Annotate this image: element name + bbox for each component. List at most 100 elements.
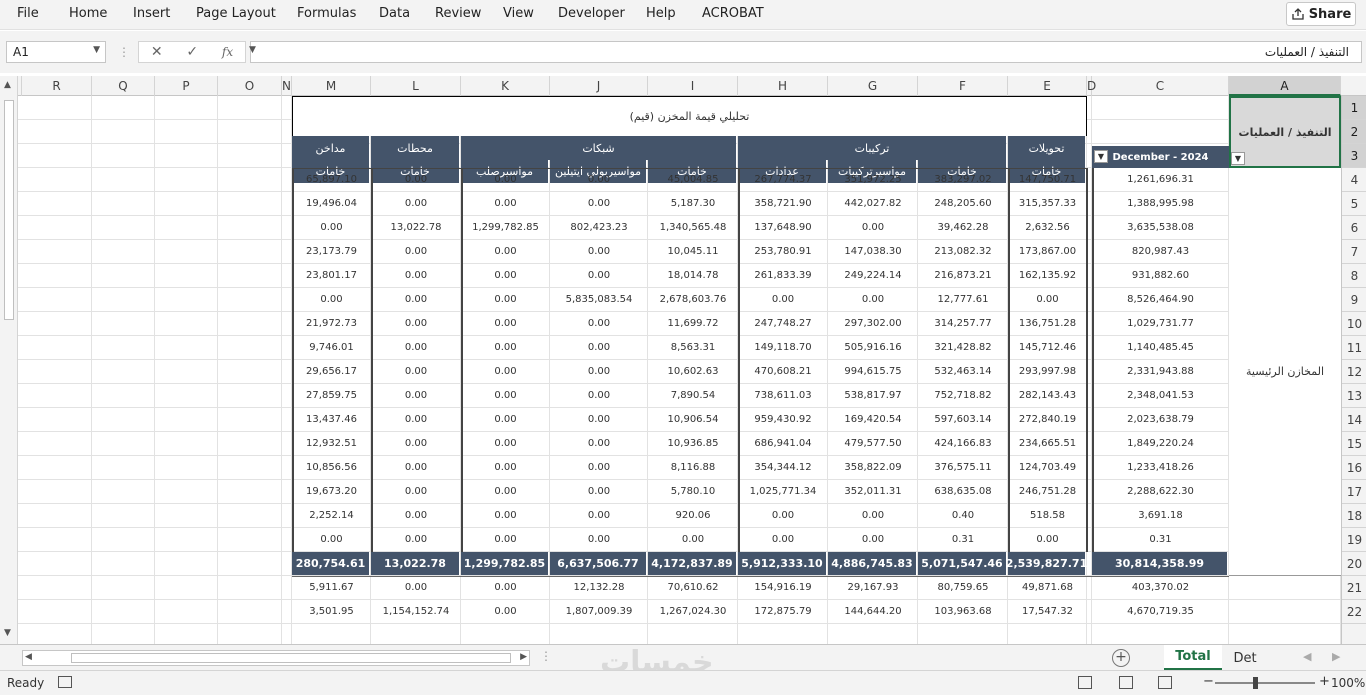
data-cell-h12[interactable]: 470,608.21 <box>738 360 828 383</box>
total-cell-f[interactable]: 5,071,547.46 <box>918 552 1006 575</box>
data-cell-l21[interactable]: 0.00 <box>371 576 461 599</box>
cell-a1-label[interactable]: التنفيذ / العمليات <box>1229 96 1341 168</box>
data-cell-f8[interactable]: 216,873.21 <box>918 264 1008 287</box>
data-cell-i12[interactable]: 10,602.63 <box>648 360 738 383</box>
data-cell-k21[interactable]: 0.00 <box>461 576 550 599</box>
data-cell-c5[interactable]: 1,388,995.98 <box>1092 192 1229 215</box>
column-header-o[interactable]: O <box>218 76 282 96</box>
data-cell-e17[interactable]: 246,751.28 <box>1008 480 1087 503</box>
data-cell-i19[interactable]: 0.00 <box>648 528 738 551</box>
total-cell-i[interactable]: 4,172,837.89 <box>648 552 736 575</box>
scroll-right-icon[interactable]: ▶ <box>520 652 527 662</box>
zoom-out-icon[interactable]: − <box>1203 674 1214 689</box>
total-cell-m[interactable]: 280,754.61 <box>292 552 369 575</box>
data-cell-k14[interactable]: 0.00 <box>461 408 550 431</box>
data-cell-c7[interactable]: 820,987.43 <box>1092 240 1229 263</box>
data-cell-m17[interactable]: 19,673.20 <box>292 480 371 503</box>
menu-help[interactable]: Help <box>646 6 676 21</box>
data-cell-g14[interactable]: 169,420.54 <box>828 408 918 431</box>
data-cell-h21[interactable]: 154,916.19 <box>738 576 828 599</box>
data-cell-j6[interactable]: 802,423.23 <box>550 216 648 239</box>
data-cell-f11[interactable]: 321,428.82 <box>918 336 1008 359</box>
data-cell-l18[interactable]: 0.00 <box>371 504 461 527</box>
menu-view[interactable]: View <box>503 6 534 21</box>
row-header-11[interactable]: 11 <box>1342 336 1366 360</box>
scroll-left-icon[interactable]: ◀ <box>25 652 32 662</box>
data-cell-h18[interactable]: 0.00 <box>738 504 828 527</box>
total-cell-l[interactable]: 13,022.78 <box>371 552 459 575</box>
data-cell-f7[interactable]: 213,082.32 <box>918 240 1008 263</box>
data-cell-e19[interactable]: 0.00 <box>1008 528 1087 551</box>
data-cell-c19[interactable]: 0.31 <box>1092 528 1229 551</box>
data-cell-i11[interactable]: 8,563.31 <box>648 336 738 359</box>
data-cell-g12[interactable]: 994,615.75 <box>828 360 918 383</box>
row-header-22[interactable]: 22 <box>1342 600 1366 624</box>
data-cell-e14[interactable]: 272,840.19 <box>1008 408 1087 431</box>
data-cell-i17[interactable]: 5,780.10 <box>648 480 738 503</box>
vertical-scrollbar[interactable]: ▲ ▼ <box>0 76 18 644</box>
data-cell-c21[interactable]: 403,370.02 <box>1092 576 1229 599</box>
data-cell-h11[interactable]: 149,118.70 <box>738 336 828 359</box>
add-sheet-icon[interactable]: + <box>1112 649 1130 667</box>
data-cell-i16[interactable]: 8,116.88 <box>648 456 738 479</box>
data-cell-i5[interactable]: 5,187.30 <box>648 192 738 215</box>
data-cell-c18[interactable]: 3,691.18 <box>1092 504 1229 527</box>
data-cell-l16[interactable]: 0.00 <box>371 456 461 479</box>
data-cell-e6[interactable]: 2,632.56 <box>1008 216 1087 239</box>
data-cell-j4[interactable]: 0.00 <box>550 168 648 191</box>
data-cell-j16[interactable]: 0.00 <box>550 456 648 479</box>
data-cell-h22[interactable]: 172,875.79 <box>738 600 828 623</box>
data-cell-l13[interactable]: 0.00 <box>371 384 461 407</box>
data-cell-g19[interactable]: 0.00 <box>828 528 918 551</box>
row-header-8[interactable]: 8 <box>1342 264 1366 288</box>
data-cell-i18[interactable]: 920.06 <box>648 504 738 527</box>
tab-det[interactable]: Det <box>1226 645 1264 671</box>
total-cell-c[interactable]: 30,814,358.99 <box>1092 552 1227 575</box>
data-cell-l9[interactable]: 0.00 <box>371 288 461 311</box>
data-cell-i22[interactable]: 1,267,024.30 <box>648 600 738 623</box>
data-cell-i10[interactable]: 11,699.72 <box>648 312 738 335</box>
row-header-21[interactable]: 21 <box>1342 576 1366 600</box>
name-box[interactable]: A1 ▼ <box>6 41 106 63</box>
data-cell-l7[interactable]: 0.00 <box>371 240 461 263</box>
data-cell-j5[interactable]: 0.00 <box>550 192 648 215</box>
data-cell-e9[interactable]: 0.00 <box>1008 288 1087 311</box>
row-header-5[interactable]: 5 <box>1342 192 1366 216</box>
share-button[interactable]: Share <box>1286 2 1356 26</box>
data-cell-g22[interactable]: 144,644.20 <box>828 600 918 623</box>
data-cell-l22[interactable]: 1,154,152.74 <box>371 600 461 623</box>
data-cell-g11[interactable]: 505,916.16 <box>828 336 918 359</box>
data-cell-f9[interactable]: 12,777.61 <box>918 288 1008 311</box>
data-cell-j17[interactable]: 0.00 <box>550 480 648 503</box>
data-cell-h7[interactable]: 253,780.91 <box>738 240 828 263</box>
data-cell-j10[interactable]: 0.00 <box>550 312 648 335</box>
data-cell-g10[interactable]: 297,302.00 <box>828 312 918 335</box>
data-cell-g17[interactable]: 352,011.31 <box>828 480 918 503</box>
data-cell-h8[interactable]: 261,833.39 <box>738 264 828 287</box>
data-cell-e8[interactable]: 162,135.92 <box>1008 264 1087 287</box>
data-cell-m18[interactable]: 2,252.14 <box>292 504 371 527</box>
data-cell-l12[interactable]: 0.00 <box>371 360 461 383</box>
column-header-l[interactable]: L <box>371 76 461 96</box>
macro-recorder-icon[interactable] <box>58 676 72 688</box>
data-cell-m15[interactable]: 12,932.51 <box>292 432 371 455</box>
column-header-q[interactable]: Q <box>92 76 155 96</box>
menu-review[interactable]: Review <box>435 6 481 21</box>
menu-home[interactable]: Home <box>69 6 107 21</box>
data-cell-m19[interactable]: 0.00 <box>292 528 371 551</box>
total-cell-k[interactable]: 1,299,782.85 <box>461 552 548 575</box>
data-cell-l4[interactable]: 0.00 <box>371 168 461 191</box>
data-cell-m5[interactable]: 19,496.04 <box>292 192 371 215</box>
row-header-13[interactable]: 13 <box>1342 384 1366 408</box>
column-header-e[interactable]: E <box>1008 76 1087 96</box>
row-header-4[interactable]: 4 <box>1342 168 1366 192</box>
data-cell-m13[interactable]: 27,859.75 <box>292 384 371 407</box>
row-header-14[interactable]: 14 <box>1342 408 1366 432</box>
spreadsheet-grid[interactable]: RQPONMLKJIHGFEDCA ▲ ▼ التنفيذ / العمليات… <box>0 76 1366 644</box>
data-cell-f21[interactable]: 80,759.65 <box>918 576 1008 599</box>
zoom-in-icon[interactable]: + <box>1319 674 1330 689</box>
data-cell-h6[interactable]: 137,648.90 <box>738 216 828 239</box>
data-cell-m10[interactable]: 21,972.73 <box>292 312 371 335</box>
row-header-10[interactable]: 10 <box>1342 312 1366 336</box>
data-cell-j18[interactable]: 0.00 <box>550 504 648 527</box>
